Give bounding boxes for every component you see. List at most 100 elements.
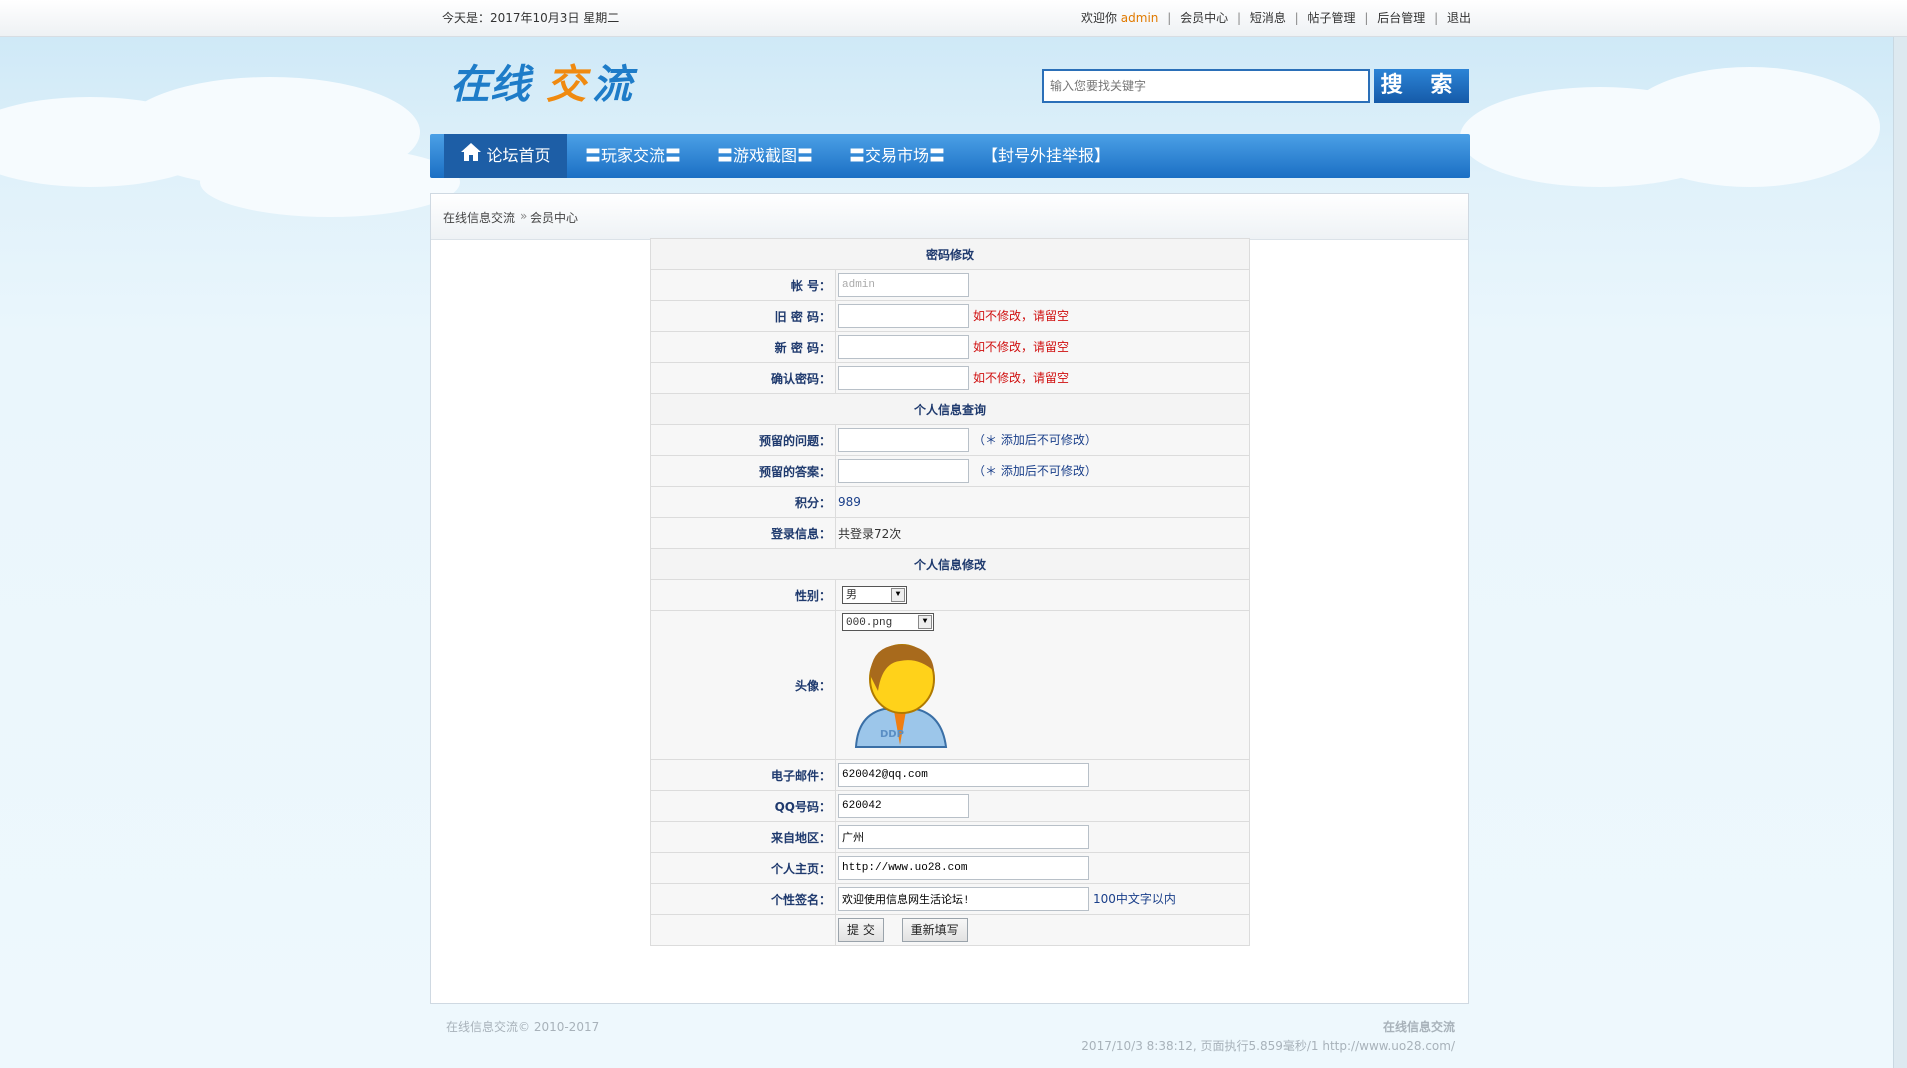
avatar-image: DDP — [848, 635, 1249, 758]
signature-field[interactable] — [838, 887, 1089, 911]
empty-cell — [650, 914, 836, 946]
table-row: 登录信息： 共登录72次 — [650, 517, 1250, 549]
answer-label: 预留的答案： — [650, 455, 836, 487]
email-field[interactable] — [838, 763, 1089, 787]
question-label: 预留的问题： — [650, 424, 836, 456]
table-row: QQ号码： — [650, 790, 1250, 822]
section-query-title: 个人信息查询 — [650, 393, 1250, 425]
question-note: （＊ 添加后不可修改） — [973, 432, 1097, 447]
member-center-link[interactable]: 会员中心 — [1180, 11, 1228, 25]
qq-field[interactable] — [838, 794, 969, 818]
nav-player-exchange[interactable]: 〓玩家交流〓 — [585, 134, 681, 178]
breadcrumb-sep: » — [520, 209, 528, 223]
homepage-field[interactable] — [838, 856, 1089, 880]
divider: | — [1167, 11, 1172, 25]
svg-text:在线: 在线 — [450, 61, 534, 108]
divider: | — [1364, 11, 1369, 25]
new-password-note: 如不修改，请留空 — [973, 339, 1070, 354]
footer-site-name: 在线信息交流 — [1382, 1020, 1455, 1034]
gender-selected: 男 — [846, 590, 857, 602]
points-value: 989 — [838, 495, 861, 509]
breadcrumb-home[interactable]: 在线信息交流 — [443, 209, 515, 226]
search-box — [1042, 69, 1376, 103]
new-password-field[interactable] — [838, 335, 969, 359]
footer-stats: 2017/10/3 8:38:12, 页面执行5.859毫秒/1 http://… — [1081, 1039, 1455, 1053]
divider: | — [1236, 11, 1241, 25]
qq-label: QQ号码： — [650, 790, 836, 822]
security-answer-field[interactable] — [838, 459, 969, 483]
table-row: 新 密 码： 如不修改，请留空 — [650, 331, 1250, 363]
login-info-label: 登录信息： — [650, 517, 836, 549]
region-field[interactable] — [838, 825, 1089, 849]
answer-note: （＊ 添加后不可修改） — [973, 463, 1097, 478]
nav-report-cheats[interactable]: 【封号外挂举报】 — [982, 134, 1110, 178]
avatar-select[interactable]: 000.png ▼ — [842, 613, 934, 631]
table-row: 头像： 000.png ▼ DDP — [650, 610, 1250, 760]
avatar-selected: 000.png — [846, 617, 893, 629]
breadcrumb: 在线信息交流 » 会员中心 — [431, 194, 1468, 240]
table-row: 个人主页： — [650, 852, 1250, 884]
nav-trade-market[interactable]: 〓交易市场〓 — [849, 134, 945, 178]
confirm-password-label: 确认密码： — [650, 362, 836, 394]
top-bar: 今天是：2017年10月3日 星期二 欢迎你 admin | 会员中心 | 短消… — [0, 0, 1907, 37]
table-row: 旧 密 码： 如不修改，请留空 — [650, 300, 1250, 332]
old-password-field[interactable] — [838, 304, 969, 328]
search-button[interactable]: 搜 索 — [1374, 69, 1469, 103]
nav-home[interactable]: 论坛首页 — [444, 134, 567, 178]
post-management-link[interactable]: 帖子管理 — [1308, 11, 1356, 25]
scrollbar[interactable] — [1893, 37, 1907, 1068]
table-row: 确认密码： 如不修改，请留空 — [650, 362, 1250, 394]
nav-game-screenshots[interactable]: 〓游戏截图〓 — [717, 134, 813, 178]
username-link[interactable]: admin — [1121, 11, 1159, 25]
table-row: 预留的答案： （＊ 添加后不可修改） — [650, 455, 1250, 487]
account-label: 帐 号： — [650, 269, 836, 301]
avatar-label: 头像： — [650, 610, 836, 760]
main-nav: 论坛首页 〓玩家交流〓 〓游戏截图〓 〓交易市场〓 【封号外挂举报】 — [430, 134, 1470, 178]
table-row: 个人信息查询 — [650, 393, 1250, 425]
login-info-value: 共登录72次 — [838, 526, 902, 541]
current-date: 今天是：2017年10月3日 星期二 — [442, 11, 620, 25]
chevron-down-icon: ▼ — [918, 615, 932, 629]
table-row: 来自地区： — [650, 821, 1250, 853]
home-icon — [460, 135, 482, 179]
table-row: 密码修改 — [650, 238, 1250, 270]
gender-select[interactable]: 男 ▼ — [842, 586, 907, 604]
svg-text:DDP: DDP — [880, 729, 904, 740]
search-input[interactable] — [1044, 71, 1376, 101]
security-question-field[interactable] — [838, 428, 969, 452]
divider: | — [1294, 11, 1299, 25]
homepage-label: 个人主页： — [650, 852, 836, 884]
breadcrumb-current[interactable]: 会员中心 — [530, 209, 578, 226]
section-edit-title: 个人信息修改 — [650, 548, 1250, 580]
admin-link[interactable]: 后台管理 — [1377, 11, 1425, 25]
section-password-title: 密码修改 — [650, 238, 1250, 270]
site-logo[interactable]: 在线 交 流 — [450, 58, 650, 114]
chevron-down-icon: ▼ — [891, 588, 905, 602]
table-row: 性别： 男 ▼ — [650, 579, 1250, 611]
gender-label: 性别： — [650, 579, 836, 611]
reset-button[interactable]: 重新填写 — [901, 918, 968, 942]
confirm-password-note: 如不修改，请留空 — [973, 370, 1070, 385]
table-row: 电子邮件： — [650, 759, 1250, 791]
nav-home-label: 论坛首页 — [486, 146, 551, 165]
table-row: 个人信息修改 — [650, 548, 1250, 580]
signature-label: 个性签名： — [650, 883, 836, 915]
messages-link[interactable]: 短消息 — [1250, 11, 1286, 25]
table-row: 个性签名： 100中文字以内 — [650, 883, 1250, 915]
confirm-password-field[interactable] — [838, 366, 969, 390]
welcome-text: 欢迎你 — [1080, 11, 1117, 25]
region-label: 来自地区： — [650, 821, 836, 853]
divider: | — [1434, 11, 1439, 25]
account-field — [838, 273, 969, 297]
signature-note: 100中文字以内 — [1093, 891, 1176, 906]
table-row: 积分： 989 — [650, 486, 1250, 518]
user-links: 欢迎你 admin | 会员中心 | 短消息 | 帖子管理 | 后台管理 | 退… — [1081, 9, 1471, 26]
logout-link[interactable]: 退出 — [1447, 11, 1471, 25]
table-row: 提 交 重新填写 — [650, 914, 1250, 946]
email-label: 电子邮件： — [650, 759, 836, 791]
profile-form: 密码修改 帐 号： 旧 密 码： 如不修改，请留空 新 密 码： 如不修改，请留… — [650, 238, 1250, 946]
table-row: 帐 号： — [650, 269, 1250, 301]
footer-copyright: 在线信息交流© 2010-2017 — [446, 1020, 600, 1034]
submit-button[interactable]: 提 交 — [838, 918, 884, 942]
old-password-note: 如不修改，请留空 — [973, 308, 1070, 323]
